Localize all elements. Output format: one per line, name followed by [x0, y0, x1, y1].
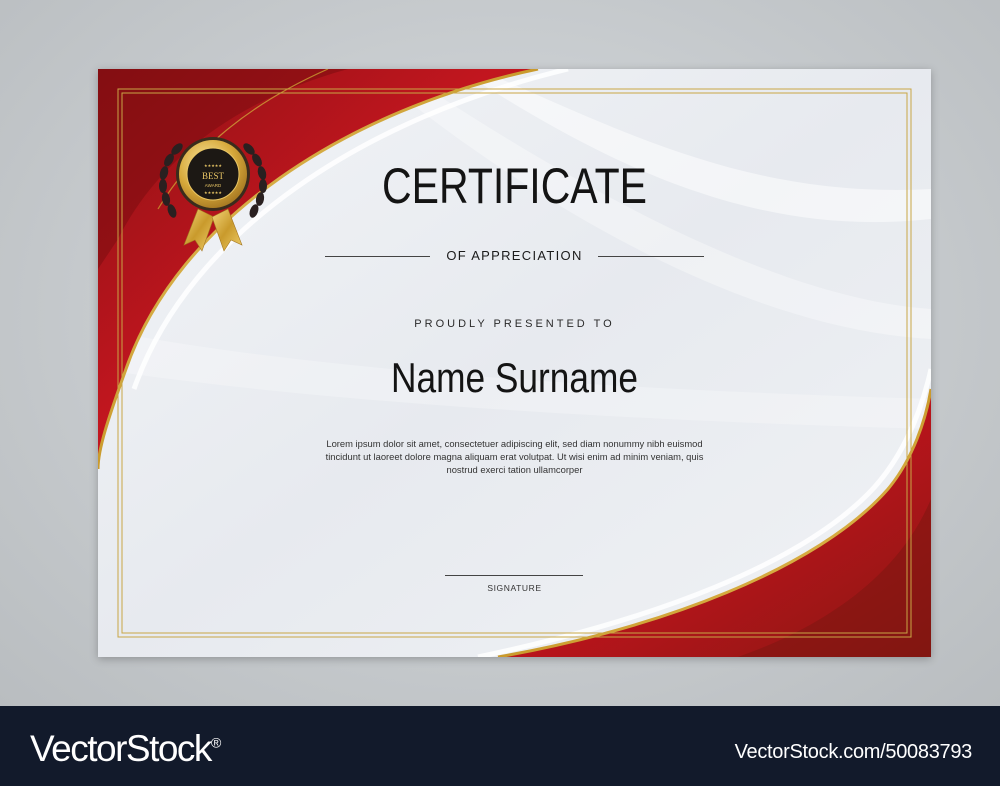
signature-label: SIGNATURE: [487, 583, 542, 593]
presented-to-label: PROUDLY PRESENTED TO: [414, 318, 615, 330]
vectorstock-logo: VectorStock®: [30, 728, 221, 770]
recipient-name: Name Surname: [390, 354, 639, 401]
certificate: ★★★★★ BEST AWARD ★★★★★ CERTIFICATE OF AP…: [98, 69, 931, 657]
registered-mark: ®: [210, 734, 222, 751]
certificate-subtitle: OF APPRECIATION: [446, 248, 583, 263]
certificate-body-text: Lorem ipsum dolor sit amet, consectetuer…: [325, 438, 704, 475]
vectorstock-url: VectorStock.com/50083793: [734, 741, 973, 763]
certificate-title: CERTIFICATE: [381, 158, 647, 214]
vectorstock-brand-text: VectorStock: [30, 728, 212, 769]
watermark-footer: VectorStock® VectorStock.com/50083793: [0, 706, 1000, 786]
signature-line: [445, 575, 583, 576]
subtitle-rule-right: [598, 256, 704, 257]
